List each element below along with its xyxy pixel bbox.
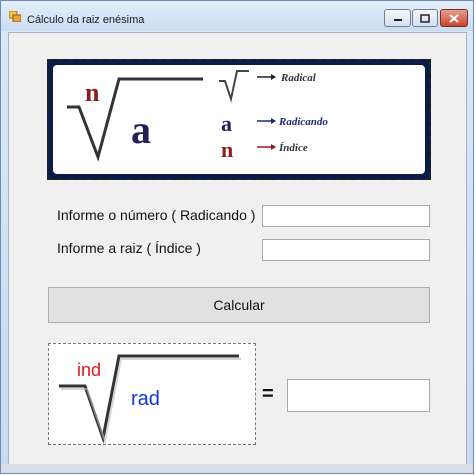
calcular-button[interactable]: Calcular — [48, 287, 430, 323]
legend-indice-label: Índice — [278, 142, 308, 154]
bottom-resize-edge[interactable] — [1, 464, 473, 473]
app-icon — [9, 11, 21, 22]
indice-label: Informe a raiz ( Índice ) — [57, 240, 201, 256]
result-output[interactable] — [287, 379, 430, 412]
nth-root-banner: n a Radical a Radicando n Índice — [47, 59, 431, 180]
app-window: Cálculo da raiz enésima n a Radical a Ra… — [0, 0, 474, 474]
equals-sign: = — [262, 383, 274, 405]
legend-radical-label: Radical — [280, 72, 317, 84]
banner-illustration: n a Radical a Radicando n Índice — [67, 70, 328, 162]
title-bar[interactable]: Cálculo da raiz enésima — [1, 1, 473, 31]
radical-sign-small — [219, 70, 249, 103]
formula-index-text: ind — [77, 360, 102, 380]
maximize-icon — [420, 13, 430, 23]
banner-radicand-letter: a — [131, 107, 151, 152]
window-title: Cálculo da raiz enésima — [27, 14, 145, 26]
banner-index-letter: n — [85, 78, 100, 107]
legend-index-symbol: n — [221, 137, 233, 162]
formula-illustration: ind rad — [48, 343, 256, 445]
maximize-button[interactable] — [412, 9, 438, 27]
formula-radicand-text: rad — [131, 388, 160, 411]
close-button[interactable] — [440, 9, 468, 27]
banner-panel: n a Radical a Radicando n Índice — [53, 65, 425, 174]
form-client-area: n a Radical a Radicando n Índice Informe… — [8, 32, 467, 466]
indice-input[interactable] — [262, 239, 430, 261]
close-icon — [449, 13, 459, 23]
radicando-label: Informe o número ( Radicando ) — [57, 207, 256, 223]
legend-radicando-label: Radicando — [278, 116, 328, 128]
minimize-icon — [393, 19, 402, 21]
legend-radicand-symbol: a — [221, 111, 232, 136]
minimize-button[interactable] — [384, 9, 411, 27]
radicando-input[interactable] — [262, 205, 430, 227]
